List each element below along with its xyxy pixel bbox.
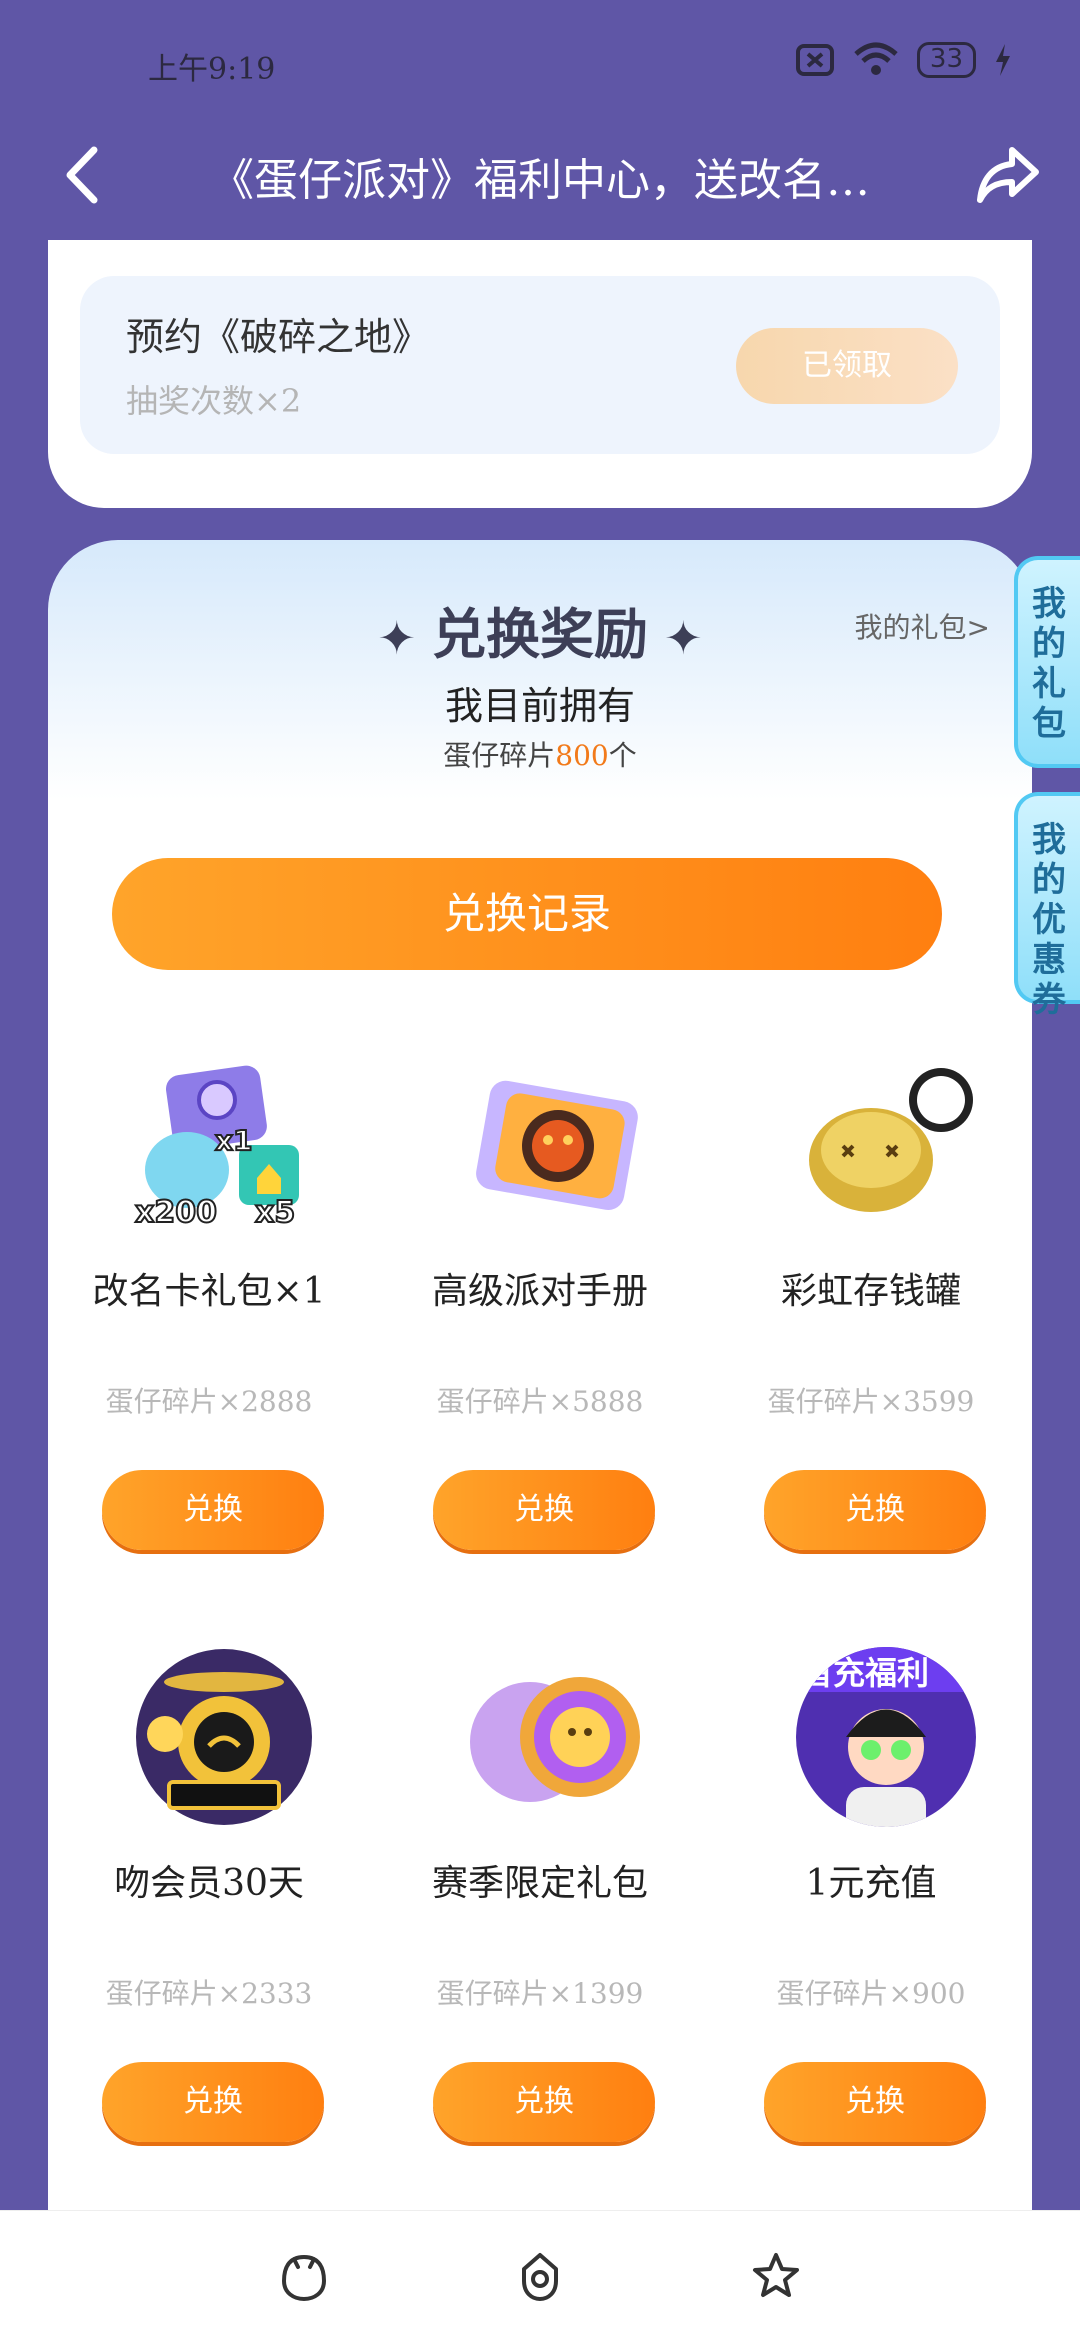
reward-name: 吻会员30天 (114, 1863, 304, 1904)
status-icons: 33 (795, 42, 1012, 78)
share-icon[interactable] (972, 138, 1044, 210)
reward-price: 蛋仔碎片×900 (776, 1977, 966, 2010)
thumb-qty: x1 (215, 1124, 253, 1157)
party-handbook-image (476, 1080, 638, 1211)
rename-card-pack-image: x1 x200 x5 (134, 1065, 299, 1231)
bottom-nav (0, 2210, 1080, 2341)
reward-item: 彩虹存钱罐 蛋仔碎片×3599 兑换 (716, 1040, 1026, 1600)
game-icon[interactable] (512, 2249, 568, 2305)
wifi-icon (854, 42, 898, 75)
top-nav-bar: 《蛋仔派对》福利中心，送改名… (0, 110, 1080, 240)
home-icon[interactable] (276, 2249, 332, 2305)
sparkle-icon: ✦ (377, 611, 416, 666)
reward-price: 蛋仔碎片×1399 (436, 1977, 644, 2010)
reward-price: 蛋仔碎片×5888 (436, 1385, 644, 1418)
my-gifts-tab[interactable]: 我的礼包 (1014, 556, 1080, 768)
reward-item: 首充福利 1元充值 蛋仔碎片×900 兑换 (716, 1632, 1026, 2192)
sim-icon (795, 44, 834, 76)
recharge-image: 首充福利 (796, 1647, 976, 1827)
my-gifts-link[interactable]: 我的礼包> (855, 606, 990, 646)
membership-image (136, 1649, 312, 1825)
section-title-text: 兑换奖励 (432, 603, 648, 666)
reward-name: 1元充值 (805, 1863, 937, 1904)
owned-unit: 个 (608, 739, 637, 772)
owned-title: 我目前拥有 (444, 684, 635, 728)
reward-name: 高级派对手册 (431, 1271, 648, 1312)
exchange-button[interactable]: 兑换 (764, 1470, 986, 1550)
exchange-section: ✦ 兑换奖励 ✦ 我的礼包> 我目前拥有 蛋仔碎片800个 兑换记录 x1 x200… (48, 540, 1032, 2260)
charging-icon (996, 44, 1010, 76)
exchange-button[interactable]: 兑换 (433, 1470, 655, 1550)
task-title: 预约《破碎之地》 (126, 315, 431, 359)
task-reward: 抽奖次数×2 (126, 382, 302, 420)
back-arrow-icon[interactable] (50, 140, 120, 210)
reward-name: 改名卡礼包×1 (92, 1271, 326, 1312)
owned-count: 800 (555, 739, 609, 772)
reservation-task: 预约《破碎之地》 抽奖次数×2 已领取 (80, 276, 1000, 454)
exchange-button[interactable]: 兑换 (102, 1470, 324, 1550)
exchange-button[interactable]: 兑换 (102, 2062, 324, 2142)
status-time: 上午9:19 (148, 52, 276, 87)
reward-price: 蛋仔碎片×3599 (767, 1385, 975, 1418)
thumb-qty: x5 (255, 1195, 295, 1230)
exchange-button[interactable]: 兑换 (433, 2062, 655, 2142)
reward-price: 蛋仔碎片×2888 (105, 1385, 313, 1418)
reward-item: 吻会员30天 蛋仔碎片×2333 兑换 (54, 1632, 364, 2192)
page-title: 《蛋仔派对》福利中心，送改名… (210, 155, 870, 206)
exchange-button[interactable]: 兑换 (764, 2062, 986, 2142)
reward-name: 彩虹存钱罐 (780, 1271, 961, 1312)
task-card: 预约《破碎之地》 抽奖次数×2 已领取 (48, 240, 1032, 508)
my-coupons-tab[interactable]: 我的优惠券 (1014, 792, 1080, 1020)
reward-price: 蛋仔碎片×2333 (105, 1977, 313, 2010)
exchange-record-button[interactable]: 兑换记录 (112, 858, 942, 970)
battery-icon: 33 (916, 42, 976, 78)
reward-item: 赛季限定礼包 蛋仔碎片×1399 兑换 (385, 1632, 695, 2192)
thumb-banner-text: 首充福利 (801, 1654, 929, 1692)
claimed-button[interactable]: 已领取 (736, 328, 958, 404)
owned-label: 蛋仔碎片 (443, 739, 556, 772)
rainbow-piggy-bank-image (809, 1068, 973, 1212)
season-gift-pack-image (470, 1677, 640, 1802)
thumb-qty: x200 (135, 1195, 217, 1230)
owned-fragments: 蛋仔碎片800个 (48, 734, 1032, 774)
reward-name: 赛季限定礼包 (431, 1863, 648, 1904)
status-bar: 上午9:19 33 (0, 0, 1080, 110)
favorite-icon[interactable] (748, 2249, 804, 2305)
sparkle-icon: ✦ (664, 611, 703, 666)
reward-item: x1 x200 x5 改名卡礼包×1 蛋仔碎片×2888 兑换 (54, 1040, 364, 1600)
reward-item: 高级派对手册 蛋仔碎片×5888 兑换 (385, 1040, 695, 1600)
